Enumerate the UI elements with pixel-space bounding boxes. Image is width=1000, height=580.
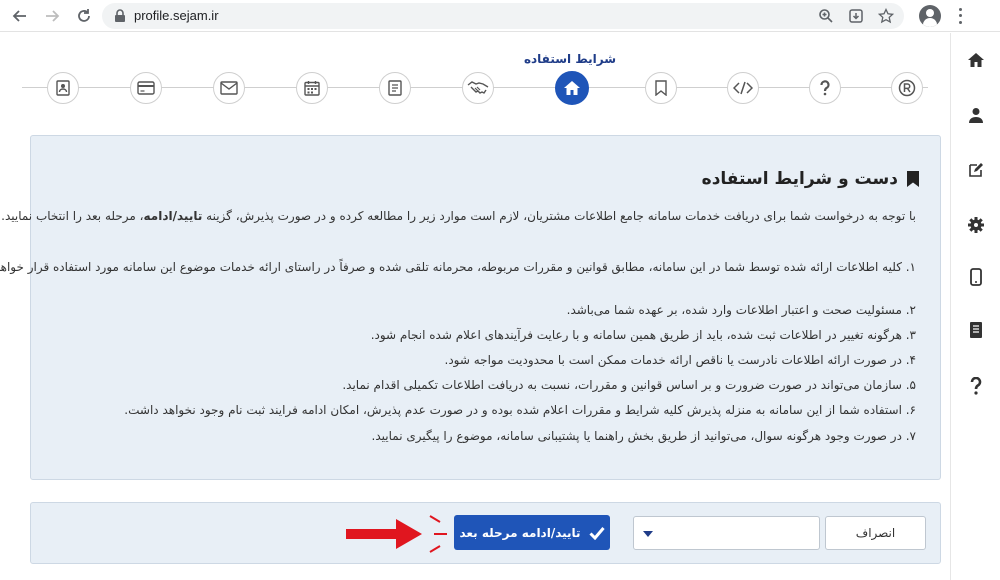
star-icon [878, 8, 894, 24]
question-icon [970, 377, 982, 395]
step-documents[interactable] [379, 72, 411, 104]
calendar-icon [304, 81, 320, 96]
install-app-button[interactable] [847, 7, 865, 25]
terms-title-text: دست و شرایط استفاده [701, 169, 898, 189]
address-bar[interactable]: profile.sejam.ir [102, 3, 904, 29]
mobile-icon [970, 268, 982, 286]
terms-intro: با توجه به درخواست شما برای دریافت خدمات… [1, 209, 916, 223]
check-icon [589, 526, 605, 540]
step-help[interactable] [809, 72, 841, 104]
caret-down-icon [643, 531, 653, 537]
step-registered[interactable] [891, 72, 923, 104]
install-icon [849, 9, 863, 23]
step-terms-active[interactable] [555, 71, 589, 105]
active-step-title: شرایط استفاده [523, 52, 617, 66]
gear-icon [968, 217, 984, 233]
terms-card: دست و شرایط استفاده با توجه به درخواست ش… [0, 135, 941, 480]
credit-card-icon [137, 81, 155, 95]
sidebar-item-documents[interactable] [964, 318, 988, 342]
terms-title: دست و شرایط استفاده [702, 169, 920, 189]
url-text: profile.sejam.ir [134, 8, 219, 23]
registered-icon [898, 79, 916, 97]
user-icon [969, 108, 983, 123]
sidebar-item-settings[interactable] [964, 213, 988, 237]
confirm-continue-button[interactable]: تایید/ادامه مرحله بعد [454, 515, 610, 550]
edit-icon [969, 163, 983, 177]
sidebar-item-profile[interactable] [964, 103, 988, 127]
browser-menu-button[interactable] [952, 6, 968, 26]
code-icon [733, 81, 753, 95]
arrow-right-icon [46, 10, 60, 22]
sidebar-item-edit[interactable] [964, 158, 988, 182]
lock-icon [115, 9, 125, 22]
reload-icon [78, 9, 90, 22]
browser-toolbar: profile.sejam.ir [0, 0, 1000, 32]
question-icon [820, 80, 830, 96]
intro-bold: تایید/ادامه [143, 209, 203, 223]
envelope-icon [220, 81, 238, 95]
book-icon [970, 322, 982, 338]
cancel-button[interactable]: انصراف [825, 516, 926, 550]
step-address[interactable] [213, 72, 245, 104]
arrow-left-icon [12, 10, 26, 22]
step-agreement[interactable] [462, 72, 494, 104]
terms-item: ۴. در صورت ارائه اطلاعات نادرست یا ناقص … [444, 353, 917, 367]
terms-item: ۵. سازمان می‌تواند در صورت ضرورت و بر اس… [342, 378, 916, 392]
reload-button[interactable] [72, 4, 96, 28]
sidebar-item-help[interactable] [964, 374, 988, 398]
home-icon [564, 81, 580, 95]
step-code[interactable] [727, 72, 759, 104]
step-identity[interactable] [47, 72, 79, 104]
option-select[interactable] [633, 516, 820, 550]
forward-button[interactable] [40, 4, 64, 28]
bookmark-icon [655, 80, 667, 96]
zoom-button[interactable] [817, 7, 835, 25]
intro-text: با توجه به درخواست شما برای دریافت خدمات… [202, 209, 916, 223]
terms-item: ۳. هرگونه تغییر در اطلاعات ثبت شده، باید… [370, 328, 916, 342]
terms-item: ۱. کلیه اطلاعات ارائه شده توسط شما در ای… [0, 260, 916, 274]
bookmark-icon [907, 171, 919, 187]
home-icon [968, 53, 984, 67]
intro-text-end: ، مرحله بعد را انتخاب نمایید. [1, 209, 144, 223]
terms-item: ۶. استفاده شما از این سامانه به منزله پذ… [124, 403, 916, 417]
sidebar [950, 33, 1000, 580]
profile-avatar[interactable] [919, 5, 941, 27]
id-card-icon [56, 80, 70, 96]
sidebar-item-mobile[interactable] [964, 265, 988, 289]
document-icon [388, 80, 402, 96]
back-button[interactable] [8, 4, 32, 28]
handshake-icon [467, 81, 489, 94]
red-arrow-annotation-icon [346, 515, 447, 553]
step-bookmark[interactable] [645, 72, 677, 104]
sidebar-item-home[interactable] [964, 48, 988, 72]
terms-item: ۷. در صورت وجود هرگونه سوال، می‌توانید ا… [371, 429, 916, 443]
step-bank[interactable] [130, 72, 162, 104]
zoom-icon [819, 9, 833, 23]
bookmark-star-button[interactable] [877, 7, 895, 25]
step-calendar[interactable] [296, 72, 328, 104]
confirm-label: تایید/ادامه مرحله بعد [459, 525, 581, 540]
terms-item: ۲. مسئولیت صحت و اعتبار اطلاعات وارد شده… [566, 303, 916, 317]
